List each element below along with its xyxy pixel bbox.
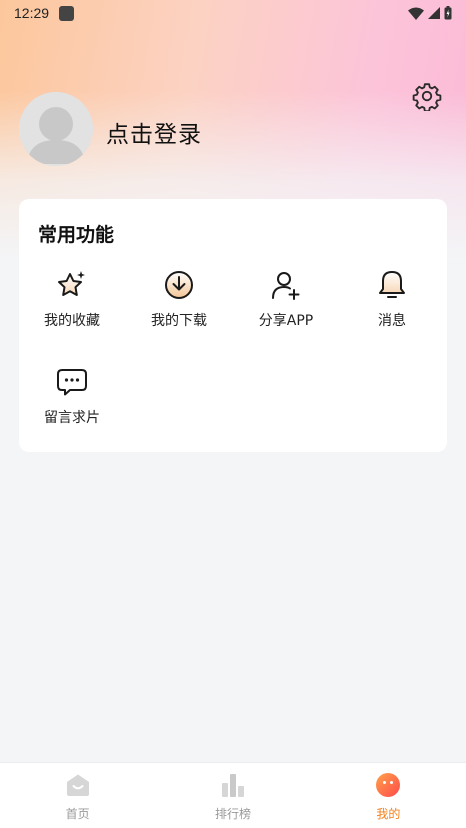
tab-label: 首页 — [65, 807, 90, 821]
app-notification-icon — [59, 5, 75, 21]
status-bar: 12:29 — [0, 0, 466, 26]
func-label: 我的下载 — [151, 313, 207, 329]
bell-icon — [375, 268, 409, 302]
share-app-button[interactable]: 分享APP — [241, 268, 331, 340]
card-title: 常用功能 — [38, 224, 115, 246]
wifi-icon — [408, 7, 424, 20]
status-indicators — [408, 6, 452, 20]
request-movie-button[interactable]: 留言求片 — [27, 365, 117, 437]
face-icon — [375, 772, 401, 798]
messages-button[interactable]: 消息 — [347, 268, 437, 340]
tab-label: 我的 — [376, 807, 401, 821]
status-time: 12:29 — [14, 5, 50, 21]
signal-icon — [428, 7, 440, 19]
bottom-tab-bar: 首页 排行榜 我的 — [0, 762, 466, 828]
download-circle-icon — [162, 268, 196, 302]
tab-ranking[interactable]: 排行榜 — [155, 763, 310, 828]
gear-icon — [412, 81, 442, 115]
common-functions-card: 常用功能 我的收藏 我的下载 分享APP 消息 留言求片 — [19, 199, 447, 452]
battery-icon — [444, 6, 452, 20]
downloads-button[interactable]: 我的下载 — [134, 268, 224, 340]
favorites-button[interactable]: 我的收藏 — [27, 268, 117, 340]
tab-mine[interactable]: 我的 — [311, 763, 466, 828]
add-user-icon — [269, 268, 303, 302]
avatar[interactable] — [19, 92, 93, 166]
tab-home[interactable]: 首页 — [0, 763, 155, 828]
func-label: 分享APP — [258, 313, 314, 329]
default-user-avatar — [19, 92, 93, 166]
home-icon — [65, 772, 91, 798]
login-link[interactable]: 点击登录 — [106, 115, 202, 149]
settings-button[interactable] — [411, 82, 443, 114]
func-label: 留言求片 — [44, 410, 100, 426]
func-label: 消息 — [378, 313, 406, 329]
tab-label: 排行榜 — [214, 807, 251, 821]
func-label: 我的收藏 — [44, 313, 100, 329]
bar-chart-icon — [220, 772, 246, 798]
chat-bubble-icon — [55, 365, 89, 399]
star-sparkle-icon — [55, 268, 89, 302]
